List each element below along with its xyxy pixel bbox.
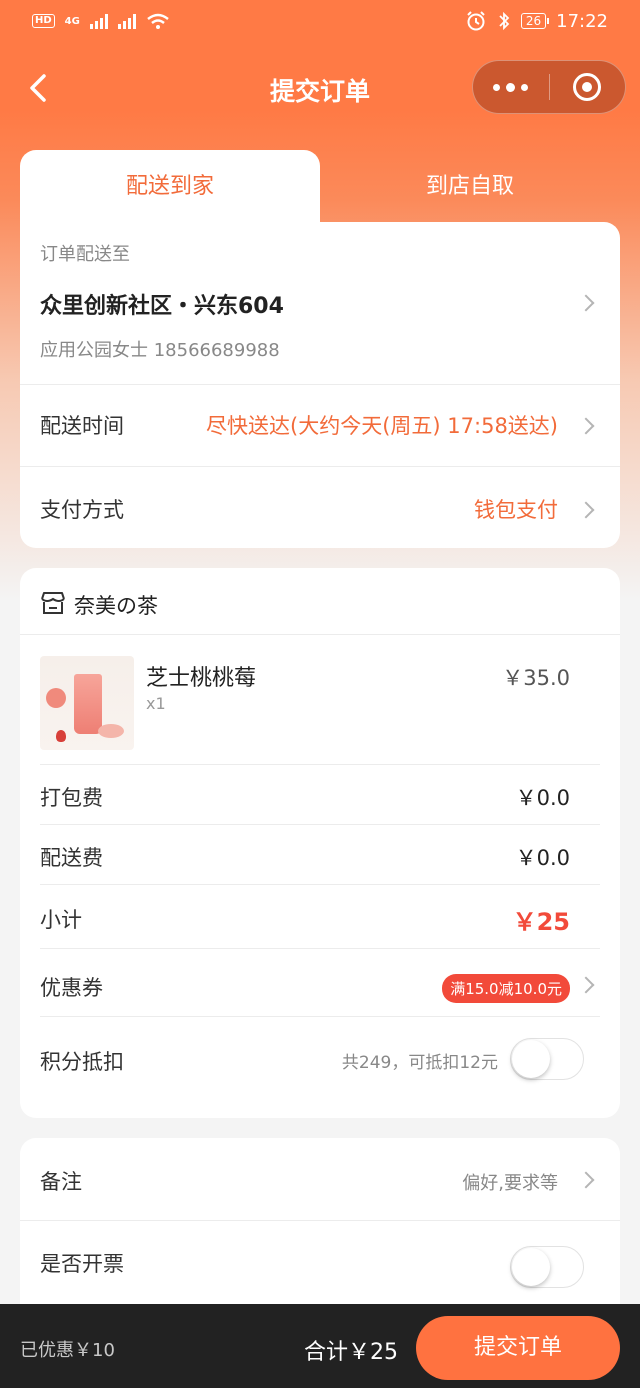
product-image	[40, 656, 134, 750]
shipping-fee-label: 配送费	[40, 846, 103, 870]
address-row[interactable]: 订单配送至 众里创新社区・兴东604 应用公园女士 18566689988	[20, 222, 620, 384]
packing-fee-value: ￥0.0	[515, 786, 570, 810]
delivery-time-row[interactable]: 配送时间 尽快送达(大约今天(周五) 17:58送达)	[20, 384, 620, 466]
invoice-label: 是否开票	[40, 1252, 124, 1276]
divider	[20, 634, 620, 635]
delivery-details: 订单配送至 众里创新社区・兴东604 应用公园女士 18566689988 配送…	[20, 222, 620, 548]
shipping-fee-value: ￥0.0	[515, 846, 570, 870]
product-name: 芝士桃桃莓	[146, 666, 257, 691]
address-contact: 应用公园女士 18566689988	[40, 340, 280, 361]
wifi-icon	[147, 13, 169, 29]
remark-row[interactable]: 备注 偏好,要求等	[20, 1138, 620, 1220]
signal-icon	[89, 13, 108, 29]
navigation-bar: 提交订单	[0, 56, 640, 120]
bottom-checkout-bar: 已优惠￥10 合计￥25 提交订单	[0, 1304, 640, 1388]
toggle-knob	[512, 1248, 550, 1286]
chevron-right-icon	[577, 1171, 595, 1189]
subtotal-value: ￥25	[512, 908, 570, 936]
product-price: ￥35.0	[502, 666, 570, 690]
chevron-right-icon	[577, 294, 595, 312]
shop-name: 奈美の茶	[74, 594, 158, 618]
network-type: 4G	[64, 15, 80, 27]
divider	[40, 824, 600, 825]
toggle-knob	[512, 1040, 550, 1078]
mini-program-capsule	[472, 60, 626, 114]
product-quantity: x1	[146, 694, 166, 713]
coupon-label: 优惠券	[40, 976, 103, 1000]
chevron-right-icon	[577, 417, 595, 435]
order-card: 奈美の茶 芝士桃桃莓 x1 ￥35.0 打包费 ￥0.0 配送费 ￥0.0 小计…	[20, 568, 620, 1118]
points-label: 积分抵扣	[40, 1050, 124, 1074]
subtotal-label: 小计	[40, 908, 82, 932]
battery-icon: 26	[520, 13, 550, 29]
divider	[40, 764, 600, 765]
address-main: 众里创新社区・兴东604	[40, 294, 284, 319]
discount-saved-text: 已优惠￥10	[20, 1340, 115, 1361]
coupon-badge[interactable]: 满15.0减10.0元	[442, 974, 570, 1003]
invoice-toggle[interactable]	[510, 1246, 584, 1288]
submit-order-button[interactable]: 提交订单	[416, 1316, 620, 1380]
delivery-time-value: 尽快送达(大约今天(周五) 17:58送达)	[206, 414, 558, 438]
divider	[40, 1016, 600, 1017]
signal-secondary-icon	[117, 13, 136, 29]
chevron-right-icon	[577, 976, 595, 994]
divider	[20, 1220, 620, 1221]
divider	[40, 884, 600, 885]
total-amount: 合计￥25	[304, 1340, 398, 1365]
shop-icon	[41, 592, 65, 614]
tab-delivery[interactable]: 配送到家	[20, 150, 320, 222]
target-icon	[573, 73, 602, 101]
chevron-right-icon	[577, 501, 595, 519]
bluetooth-icon	[499, 11, 510, 31]
packing-fee-label: 打包费	[40, 786, 103, 810]
remark-hint: 偏好,要求等	[462, 1173, 558, 1194]
close-mini-program-button[interactable]	[550, 60, 626, 114]
points-toggle[interactable]	[510, 1038, 584, 1080]
more-options-button[interactable]	[473, 60, 549, 114]
payment-row[interactable]: 支付方式 钱包支付	[20, 466, 620, 548]
delivery-card: 配送到家 到店自取 订单配送至 众里创新社区・兴东604 应用公园女士 1856…	[20, 150, 620, 548]
payment-value: 钱包支付	[474, 498, 558, 522]
points-hint: 共249，可抵扣12元	[341, 1053, 498, 1073]
address-caption: 订单配送至	[40, 244, 130, 265]
delivery-tabs: 配送到家 到店自取	[20, 150, 620, 222]
status-bar: HD 4G 26 17:22	[0, 0, 640, 44]
remark-label: 备注	[40, 1170, 82, 1194]
tab-pickup[interactable]: 到店自取	[320, 150, 620, 222]
hd-badge: HD	[32, 14, 55, 28]
payment-label: 支付方式	[40, 498, 124, 522]
alarm-icon	[467, 11, 485, 31]
status-time: 17:22	[556, 10, 608, 32]
delivery-time-label: 配送时间	[40, 414, 124, 438]
